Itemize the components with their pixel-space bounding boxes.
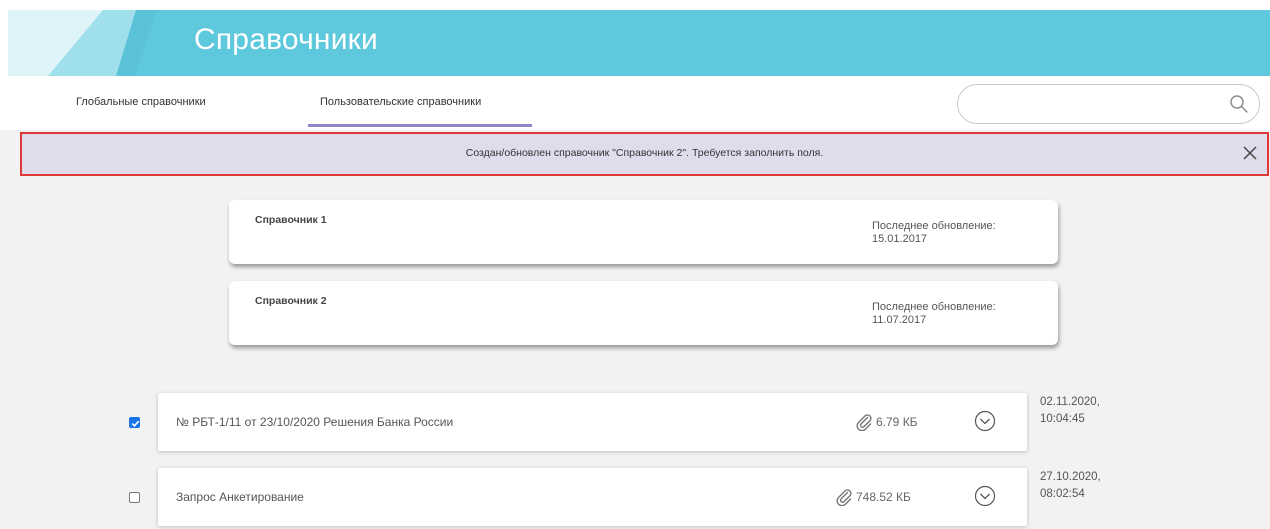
document-row[interactable]: № РБТ-1/11 от 23/10/2020 Решения Банка Р… [158, 393, 1027, 451]
app-header: Справочники [8, 10, 1270, 76]
tab-user-directories[interactable]: Пользовательские справочники [320, 96, 481, 108]
document-checkbox-checked[interactable] [129, 417, 140, 428]
chevron-down-icon[interactable] [974, 485, 996, 507]
directory-title: Справочник 1 [255, 214, 327, 226]
tab-global-directories[interactable]: Глобальные справочники [76, 96, 206, 108]
last-updated-date: 15.01.2017 [872, 233, 928, 245]
chevron-down-icon[interactable] [974, 410, 996, 432]
paperclip-icon [856, 414, 872, 431]
file-size: 748.52 КБ [856, 490, 911, 504]
file-size: 6.79 КБ [876, 415, 918, 429]
document-row[interactable]: Запрос Анкетирование 748.52 КБ [158, 468, 1027, 526]
last-updated-label: Последнее обновление: [872, 301, 996, 313]
search-input[interactable] [957, 84, 1260, 124]
document-checkbox[interactable] [129, 492, 140, 503]
notification-banner: Создан/обновлен справочник "Справочник 2… [20, 132, 1269, 176]
last-updated-date: 11.07.2017 [872, 314, 927, 326]
paperclip-icon [836, 489, 852, 506]
checkmark-icon [131, 420, 140, 427]
document-date: 02.11.2020, [1040, 396, 1100, 408]
active-tab-indicator [308, 124, 532, 127]
close-icon[interactable] [1241, 144, 1259, 162]
document-title: Запрос Анкетирование [176, 490, 304, 504]
document-time: 08:02:54 [1040, 488, 1085, 500]
directory-card[interactable]: Справочник 2 Последнее обновление: 11.07… [229, 281, 1058, 345]
document-timestamp: 02.11.2020, 10:04:45 [1040, 394, 1100, 428]
last-updated-label: Последнее обновление: [872, 220, 996, 232]
document-date: 27.10.2020, [1040, 471, 1101, 483]
page-title: Справочники [194, 23, 378, 56]
directory-title: Справочник 2 [255, 295, 327, 307]
document-timestamp: 27.10.2020, 08:02:54 [1040, 469, 1101, 503]
search-icon[interactable] [1229, 94, 1249, 114]
directory-card[interactable]: Справочник 1 Последнее обновление: 15.01… [229, 200, 1058, 264]
document-title: № РБТ-1/11 от 23/10/2020 Решения Банка Р… [176, 415, 454, 429]
notification-text: Создан/обновлен справочник "Справочник 2… [465, 147, 824, 159]
document-time: 10:04:45 [1040, 413, 1085, 425]
